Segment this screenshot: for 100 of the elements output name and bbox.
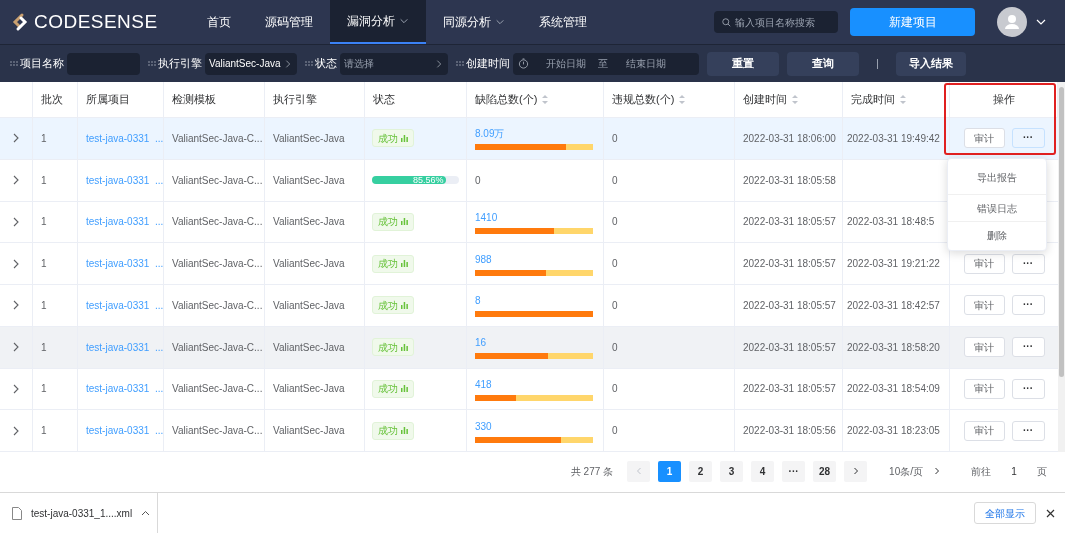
column-header: 创建时间 <box>743 92 787 108</box>
table-cell-text: 2022-03-31 18:42:57 <box>847 298 940 313</box>
page-button[interactable]: ··· <box>782 460 806 482</box>
table-cell-text: 2022-03-31 19:21:22 <box>847 257 940 272</box>
expand-icon[interactable] <box>12 383 20 394</box>
bar-chart-icon <box>401 301 408 309</box>
expand-icon[interactable] <box>12 175 20 186</box>
bar-chart-icon <box>401 385 408 393</box>
audit-button[interactable]: 审计 <box>963 253 1005 274</box>
more-button[interactable]: ··· <box>1011 253 1045 274</box>
nav-tab[interactable]: 系统管理 <box>522 0 604 44</box>
bar-chart-icon <box>401 218 408 226</box>
filter-label: 创建时间 <box>466 56 510 72</box>
column-header: 完成时间 <box>851 92 895 108</box>
select-field[interactable]: ValiantSec-Java <box>205 52 297 75</box>
table-cell-text: 2022-03-31 18:05:57 <box>743 298 836 313</box>
audit-button[interactable]: 审计 <box>963 420 1005 441</box>
table-cell-text: 2022-03-31 18:05:57 <box>743 257 836 272</box>
more-button[interactable]: ··· <box>1011 337 1045 358</box>
clock-icon <box>518 58 529 69</box>
expand-icon[interactable] <box>12 133 20 144</box>
grip-icon <box>10 60 18 67</box>
more-button[interactable]: ··· <box>1011 128 1045 149</box>
table-cell-text: 1 <box>41 131 47 146</box>
table-row[interactable]: 1 test-java-0331 ... ValiantSec-Java-C... ValiantSec-Java 成功 330 0 2022-03-31 18:05:56 2022-03-31 18:23:05 审计 ··· <box>0 410 1058 452</box>
audit-button[interactable]: 审计 <box>963 295 1005 316</box>
nav-tab[interactable]: 源码管理 <box>248 0 330 44</box>
expand-icon[interactable] <box>12 258 20 269</box>
table-cell-text: 2022-03-31 18:54:09 <box>847 382 940 397</box>
page-button[interactable]: 28 <box>813 460 837 482</box>
search-input[interactable]: 输入项目名称搜索 <box>735 14 830 30</box>
menu-item[interactable]: 删除 <box>948 221 1046 248</box>
filter-label: 项目名称 <box>20 56 64 72</box>
chevron-right-icon <box>283 58 293 69</box>
more-button[interactable]: ··· <box>1011 420 1045 441</box>
date-range-field[interactable]: 开始日期 至 结束日期 <box>513 52 699 75</box>
expand-icon[interactable] <box>12 342 20 353</box>
filter-label: 状态 <box>315 56 337 72</box>
more-button[interactable]: ··· <box>1011 378 1045 399</box>
select-field[interactable]: 请选择 <box>340 52 448 75</box>
reset-button[interactable]: 重置 <box>707 51 779 76</box>
bar-chart-icon <box>401 343 408 351</box>
status-badge: 成功 <box>372 421 414 440</box>
close-icon[interactable] <box>1046 508 1055 518</box>
chevron-right-icon <box>851 467 860 475</box>
table-row[interactable]: 1 test-java-0331 ... ValiantSec-Java-C... ValiantSec-Java 成功 988 0 2022-03-31 18:05:57 2022-03-31 19:21:22 审计 ··· <box>0 243 1058 285</box>
table-cell-text: ValiantSec-Java-C... <box>172 424 263 439</box>
audit-button[interactable]: 审计 <box>963 337 1005 358</box>
table-cell-text: 1 <box>41 424 47 439</box>
progress-fill: 85.56% <box>372 176 447 185</box>
table-cell-text: 2022-03-31 18:06:00 <box>743 131 836 146</box>
expand-icon[interactable] <box>12 425 20 436</box>
query-button[interactable]: 查询 <box>787 51 859 76</box>
table-row[interactable]: 1 test-java-0331 ... ValiantSec-Java-C... ValiantSec-Java 成功 8.09万 0 2022-03-31 18:06:00 2022-03-31 19:49:42 审计 ··· <box>0 118 1058 160</box>
filter-label: 执行引擎 <box>158 56 202 72</box>
page-input[interactable]: 1 <box>999 463 1029 479</box>
page-button[interactable]: 2 <box>689 460 713 482</box>
search-field[interactable]: 输入项目名称搜索 <box>714 11 838 33</box>
expand-icon[interactable] <box>12 300 20 311</box>
table-cell-text: 0 <box>475 173 482 188</box>
table-cell-text: 1 <box>41 340 47 355</box>
expand-icon[interactable] <box>12 216 20 227</box>
column-header: 操作 <box>992 92 1015 108</box>
page-size-select[interactable]: 10条/页 <box>889 463 941 479</box>
menu-item[interactable]: 错误日志 <box>948 194 1046 221</box>
column-header: 批次 <box>41 92 63 108</box>
table-row[interactable]: 1 test-java-0331 ... ValiantSec-Java-C... ValiantSec-Java 成功 16 0 2022-03-31 18:05:57 2022-03-31 18:58:20 审计 ··· <box>0 326 1058 369</box>
table-row[interactable]: 1 test-java-0331 ... ValiantSec-Java-C... ValiantSec-Java 成功 418 0 2022-03-31 18:05:57 2022-03-31 18:54:09 审计 ··· <box>0 368 1058 411</box>
table-cell-text: 2022-03-31 18:58:20 <box>847 340 940 355</box>
import-button[interactable]: 导入结果 <box>896 51 966 76</box>
table-cell-text: 0 <box>612 257 618 272</box>
table-cell-text: 0 <box>612 215 618 230</box>
audit-button[interactable]: 审计 <box>963 378 1005 399</box>
table-cell-text: 0 <box>612 382 618 397</box>
input-field[interactable] <box>67 52 140 75</box>
nav-tab[interactable]: 同源分析 <box>426 0 522 44</box>
status-badge: 成功 <box>372 129 414 148</box>
page-button[interactable]: 4 <box>751 460 775 482</box>
menu-item[interactable]: 导出报告 <box>948 161 1046 194</box>
table-cell-text: 0 <box>612 424 618 439</box>
audit-button[interactable]: 审计 <box>963 128 1005 149</box>
nav-tab[interactable]: 漏洞分析 <box>330 0 426 44</box>
grip-icon <box>148 60 156 67</box>
table-cell-text: ValiantSec-Java-C... <box>172 215 263 230</box>
table-cell-text: 1 <box>41 298 47 313</box>
more-button[interactable]: ··· <box>1011 295 1045 316</box>
next-page-button[interactable] <box>844 460 868 482</box>
chevron-right-icon <box>434 58 444 69</box>
download-item[interactable]: test-java-0331_1....xml <box>0 493 158 533</box>
page-button[interactable]: 3 <box>720 460 744 482</box>
table-cell-text: ValiantSec-Java <box>273 340 345 355</box>
brand-name: CODESENSE <box>34 9 158 34</box>
table-cell-text: ValiantSec-Java-C... <box>172 340 263 355</box>
nav-tab[interactable]: 首页 <box>190 0 248 44</box>
logo-icon <box>10 12 30 32</box>
table-cell-text: 0 <box>612 173 618 188</box>
show-all-button[interactable]: 全部显示 <box>974 502 1036 524</box>
table-cell-text: 2022-03-31 18:05:56 <box>743 424 836 439</box>
scrollbar-thumb[interactable] <box>1059 87 1064 377</box>
table-row[interactable]: 1 test-java-0331 ... ValiantSec-Java-C... ValiantSec-Java 成功 8 0 2022-03-31 18:05:57 2022-03-31 18:42:57 审计 ··· <box>0 285 1058 327</box>
